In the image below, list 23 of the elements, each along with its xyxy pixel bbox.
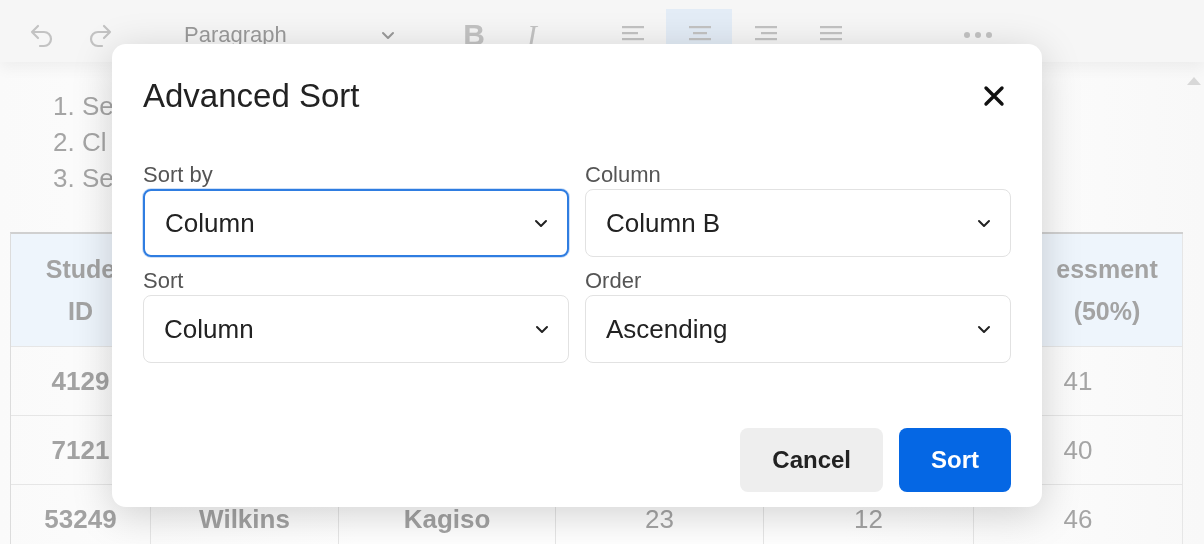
cancel-button[interactable]: Cancel (740, 428, 883, 492)
undo-arrow-icon (29, 22, 55, 48)
chevron-down-icon (976, 323, 992, 335)
list-item: 3. Se (53, 162, 114, 195)
sort-button[interactable]: Sort (899, 428, 1011, 492)
more-dots-icon (963, 31, 993, 39)
chevron-down-icon (534, 323, 550, 335)
list-item: 2. Cl (53, 126, 107, 159)
scroll-up-icon (1186, 76, 1202, 86)
chevron-down-icon (976, 217, 992, 229)
select-dropdown[interactable]: Column (143, 295, 569, 363)
select-dropdown[interactable]: Column B (585, 189, 1011, 257)
select-dropdown[interactable]: Column (143, 189, 569, 257)
chevron-down-icon (533, 217, 549, 229)
field-label: Column (585, 161, 662, 189)
field-label: Order (585, 267, 643, 295)
select-dropdown[interactable]: Ascending (585, 295, 1011, 363)
chevron-down-icon (380, 29, 396, 41)
field-label: Sort by (143, 161, 214, 189)
close-icon (983, 85, 1005, 107)
list-item: 1. Se (53, 90, 114, 123)
redo-arrow-icon (87, 22, 113, 48)
dialog-title: Advanced Sort (143, 77, 360, 115)
